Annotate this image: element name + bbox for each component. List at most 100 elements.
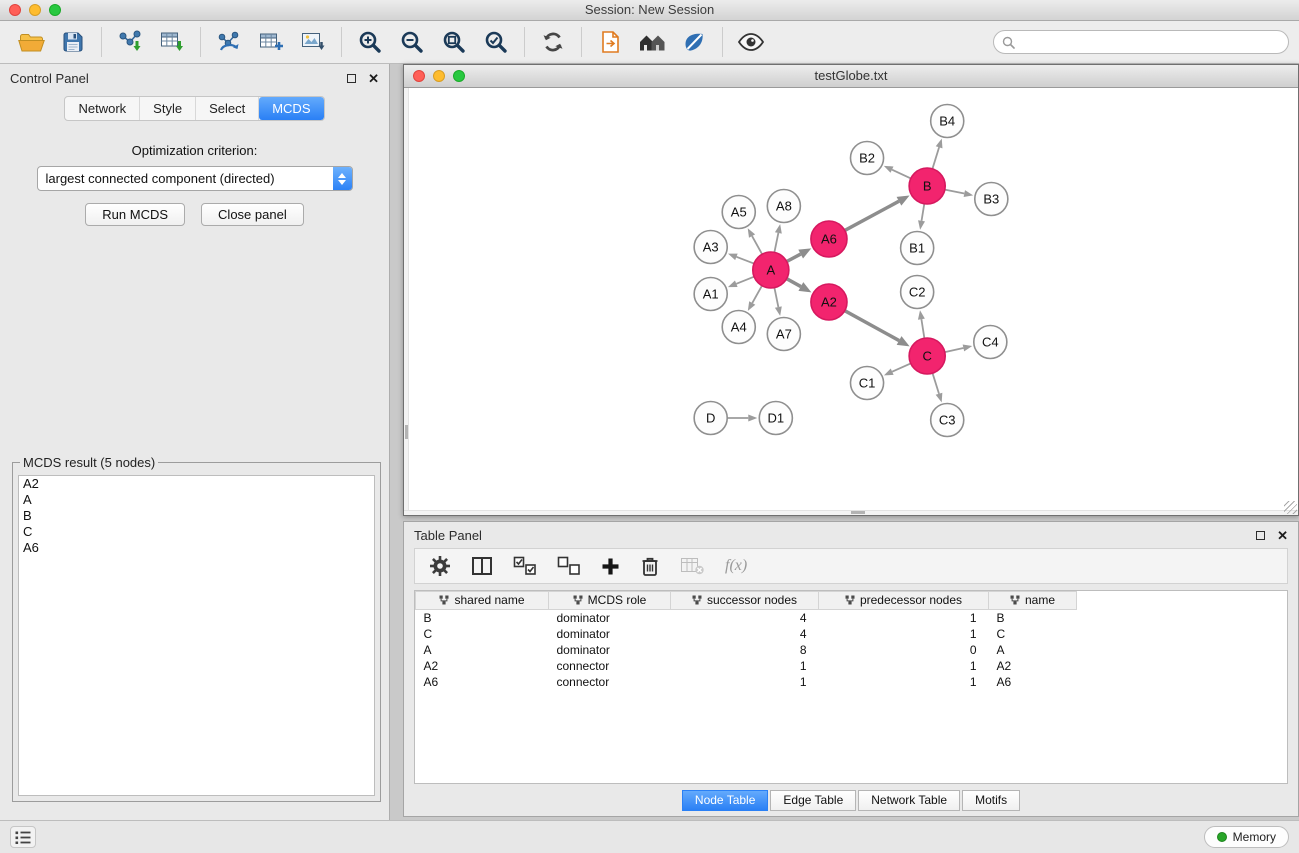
graph-edge-B-B4[interactable] — [932, 139, 942, 169]
graph-node-C1[interactable]: C1 — [850, 367, 883, 400]
graph-node-A1[interactable]: A1 — [694, 278, 727, 311]
graph-node-A4[interactable]: A4 — [722, 311, 755, 344]
network-window-titlebar[interactable]: testGlobe.txt — [404, 65, 1298, 88]
graph-node-D1[interactable]: D1 — [759, 402, 792, 435]
network-canvas[interactable]: B4B2BB3A5A8A6A3B1AC2A1A2A4A7C4CC1DD1C3 — [404, 88, 1298, 515]
graph-node-C3[interactable]: C3 — [931, 404, 964, 437]
horizontal-scrollbar[interactable] — [404, 510, 1298, 515]
table-cell[interactable]: connector — [549, 674, 671, 690]
show-eye-button[interactable] — [730, 24, 772, 60]
table-cell[interactable]: C — [416, 626, 549, 642]
refresh-view-button[interactable] — [532, 24, 574, 60]
graph-edge-A-A1[interactable] — [728, 277, 754, 287]
table-cell[interactable]: 4 — [671, 626, 819, 642]
dropdown-stepper-icon[interactable] — [333, 167, 352, 190]
column-header-shared-name[interactable]: shared name — [416, 592, 549, 610]
column-header-name[interactable]: name — [989, 592, 1077, 610]
table-cell[interactable]: 0 — [819, 642, 989, 658]
run-mcds-button[interactable]: Run MCDS — [85, 203, 185, 226]
column-header-successor-nodes[interactable]: successor nodes — [671, 592, 819, 610]
minimize-window-button[interactable] — [29, 4, 41, 16]
clone-network-button[interactable] — [208, 24, 250, 60]
search-field[interactable] — [993, 30, 1289, 54]
control-tab-network[interactable]: Network — [65, 97, 140, 120]
zoom-out-button[interactable] — [391, 24, 433, 60]
table-cell[interactable]: 8 — [671, 642, 819, 658]
graph-node-C4[interactable]: C4 — [974, 326, 1007, 359]
columns-button[interactable] — [471, 556, 493, 576]
save-session-button[interactable] — [52, 24, 94, 60]
graph-edge-A-A4[interactable] — [748, 286, 762, 311]
table-cell[interactable]: A6 — [416, 674, 549, 690]
table-cell[interactable]: B — [416, 610, 549, 626]
table-tab-edge-table[interactable]: Edge Table — [770, 790, 856, 811]
graph-node-B[interactable]: B — [909, 168, 945, 204]
import-network-from-file-button[interactable] — [109, 24, 151, 60]
graph-edge-B-B3[interactable] — [945, 190, 973, 197]
delete-row-button[interactable] — [640, 555, 660, 577]
zoom-network-window-button[interactable] — [453, 70, 465, 82]
table-cell[interactable]: connector — [549, 658, 671, 674]
horizontal-scrollbar-thumb[interactable] — [851, 511, 865, 514]
close-panel-button[interactable]: Close panel — [201, 203, 304, 226]
deselect-all-button[interactable] — [557, 556, 581, 576]
table-cell[interactable]: B — [989, 610, 1077, 626]
vertical-scrollbar-thumb[interactable] — [405, 425, 408, 439]
table-row[interactable]: A2connector11A2 — [416, 658, 1288, 674]
graphics-details-button[interactable] — [673, 24, 715, 60]
graph-node-C[interactable]: C — [909, 338, 945, 374]
close-panel-icon[interactable]: ✕ — [368, 72, 379, 85]
graph-edge-C-C3[interactable] — [933, 373, 943, 402]
export-image-button[interactable] — [292, 24, 334, 60]
table-row[interactable]: Cdominator41C — [416, 626, 1288, 642]
vertical-scrollbar[interactable] — [404, 88, 409, 515]
search-input[interactable] — [1020, 35, 1280, 49]
graph-edge-D-D1[interactable] — [727, 415, 757, 422]
new-table-button[interactable] — [250, 24, 292, 60]
graph-node-C2[interactable]: C2 — [901, 276, 934, 309]
column-header-mcds-role[interactable]: MCDS role — [549, 592, 671, 610]
column-header-predecessor-nodes[interactable]: predecessor nodes — [819, 592, 989, 610]
control-tab-style[interactable]: Style — [140, 97, 196, 120]
zoom-selected-button[interactable] — [475, 24, 517, 60]
table-cell[interactable]: dominator — [549, 626, 671, 642]
float-table-panel-icon[interactable] — [1256, 531, 1265, 540]
import-table-from-file-button[interactable] — [151, 24, 193, 60]
table-cell[interactable]: 1 — [671, 658, 819, 674]
control-tab-select[interactable]: Select — [196, 97, 259, 120]
close-network-window-button[interactable] — [413, 70, 425, 82]
table-cell[interactable]: A2 — [989, 658, 1077, 674]
graph-edge-C-C4[interactable] — [945, 345, 972, 353]
graph-node-B4[interactable]: B4 — [931, 105, 964, 138]
graph-node-D[interactable]: D — [694, 402, 727, 435]
graph-edge-A-A5[interactable] — [748, 228, 762, 254]
table-cell[interactable]: A — [989, 642, 1077, 658]
graph-node-A8[interactable]: A8 — [767, 190, 800, 223]
graph-edge-A6-B[interactable] — [845, 196, 910, 231]
table-cell[interactable]: 1 — [819, 610, 989, 626]
graph-node-B2[interactable]: B2 — [850, 142, 883, 175]
control-tab-mcds[interactable]: MCDS — [259, 97, 323, 120]
table-tab-motifs[interactable]: Motifs — [962, 790, 1020, 811]
select-all-button[interactable] — [513, 556, 537, 576]
table-cell[interactable]: 1 — [819, 674, 989, 690]
mcds-result-item[interactable]: A — [19, 492, 374, 508]
graph-node-B3[interactable]: B3 — [975, 183, 1008, 216]
mcds-result-item[interactable]: A6 — [19, 540, 374, 556]
table-cell[interactable]: A — [416, 642, 549, 658]
table-cell[interactable]: dominator — [549, 610, 671, 626]
zoom-fit-button[interactable] — [433, 24, 475, 60]
graph-node-A2[interactable]: A2 — [811, 284, 847, 320]
graph-edge-C-C2[interactable] — [918, 310, 925, 338]
mcds-result-item[interactable]: A2 — [19, 476, 374, 492]
graph-node-A[interactable]: A — [753, 252, 789, 288]
function-builder-button[interactable]: f(x) — [725, 557, 747, 575]
mcds-result-list[interactable]: A2ABCA6 — [18, 475, 375, 796]
copy-page-button[interactable] — [589, 24, 631, 60]
close-table-panel-icon[interactable]: ✕ — [1277, 529, 1288, 542]
table-cell[interactable]: 4 — [671, 610, 819, 626]
table-cell[interactable]: A6 — [989, 674, 1077, 690]
graph-edge-A-A7[interactable] — [774, 288, 781, 316]
graph-node-A6[interactable]: A6 — [811, 221, 847, 257]
table-cell[interactable]: dominator — [549, 642, 671, 658]
